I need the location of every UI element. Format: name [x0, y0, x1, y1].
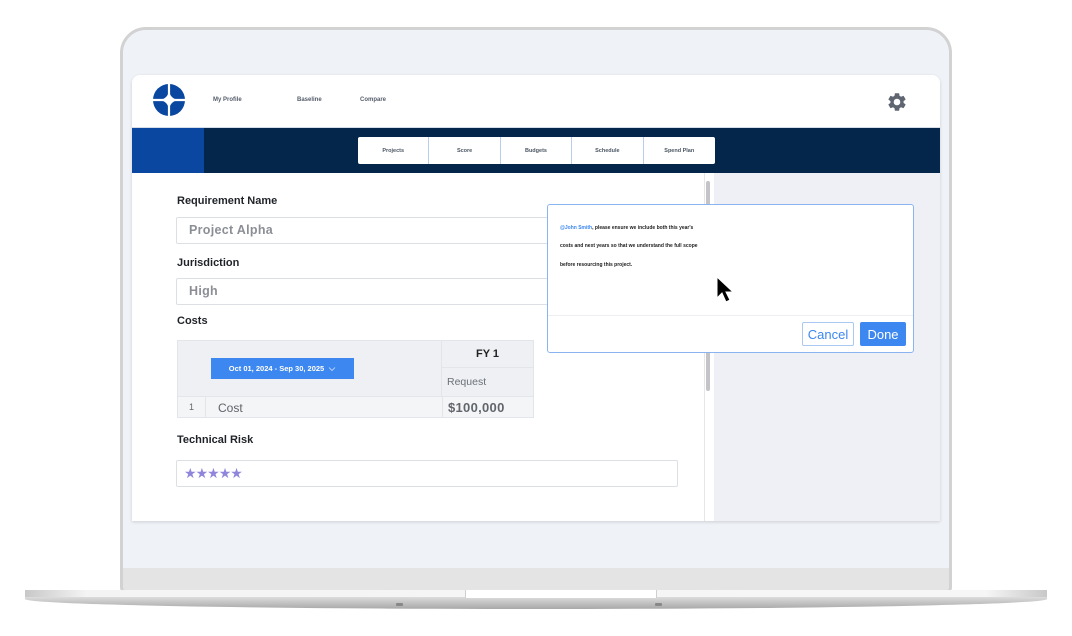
laptop-notch — [465, 590, 657, 598]
laptop-mockup: My Profile Baseline Compare Projects Sco… — [0, 0, 1072, 636]
comment-line-2: costs and next years so that we understa… — [560, 243, 698, 249]
tab-score[interactable]: Score — [429, 137, 501, 164]
mouse-pointer-icon — [716, 276, 735, 303]
row-value[interactable]: $100,000 — [448, 400, 505, 415]
date-range-label: Oct 01, 2024 - Sep 30, 2025 — [228, 364, 325, 373]
chevron-down-icon — [328, 366, 336, 371]
request-subheader: Request — [447, 376, 487, 388]
laptop-base-bottom — [25, 597, 1047, 609]
nav-compare[interactable]: Compare — [360, 97, 386, 103]
jurisdiction-label: Jurisdiction — [177, 257, 240, 269]
tab-schedule[interactable]: Schedule — [572, 137, 644, 164]
requirement-name-label: Requirement Name — [177, 195, 278, 207]
tab-bar: Projects Score Budgets Schedule Spend Pl… — [132, 128, 940, 173]
technical-risk-label: Technical Risk — [177, 434, 254, 446]
tab-budgets[interactable]: Budgets — [501, 137, 573, 164]
row-name: Cost — [218, 401, 243, 415]
tab-spend-plan[interactable]: Spend Plan — [644, 137, 715, 164]
comment-text: , please ensure we include both this yea… — [592, 225, 694, 231]
compass-logo-icon[interactable] — [152, 83, 186, 117]
laptop-base — [25, 590, 1047, 610]
laptop-foot — [396, 603, 403, 606]
comment-line-3: before resourcing this project. — [560, 262, 633, 268]
row-index: 1 — [178, 397, 206, 417]
tab-bar-accent — [132, 128, 204, 173]
costs-label: Costs — [177, 315, 208, 327]
table-row: 1 Cost $100,000 — [177, 397, 534, 418]
comment-line-1: @John Smith, please ensure we include bo… — [560, 225, 693, 231]
nav-my-profile[interactable]: My Profile — [213, 97, 242, 103]
date-range-dropdown[interactable]: Oct 01, 2024 - Sep 30, 2025 — [211, 358, 354, 379]
laptop-foot — [655, 603, 662, 606]
gear-icon[interactable] — [886, 91, 908, 113]
done-button[interactable]: Done — [860, 322, 906, 346]
cancel-button[interactable]: Cancel — [802, 322, 854, 346]
star-icon[interactable]: ★ — [230, 464, 243, 482]
costs-table: FY 1 Request Oct 01, 2024 - Sep 30, 2025… — [177, 340, 534, 418]
nav-baseline[interactable]: Baseline — [297, 97, 322, 103]
tab-group: Projects Score Budgets Schedule Spend Pl… — [358, 137, 715, 164]
technical-risk-rating[interactable]: ★★★★★ — [176, 460, 678, 487]
app-window: My Profile Baseline Compare Projects Sco… — [132, 75, 940, 521]
tab-projects[interactable]: Projects — [358, 137, 430, 164]
popup-divider — [548, 315, 913, 316]
top-navbar: My Profile Baseline Compare — [132, 75, 940, 128]
value-divider — [442, 397, 443, 417]
mention-link[interactable]: @John Smith — [560, 225, 592, 231]
fy-header: FY 1 — [441, 340, 534, 368]
